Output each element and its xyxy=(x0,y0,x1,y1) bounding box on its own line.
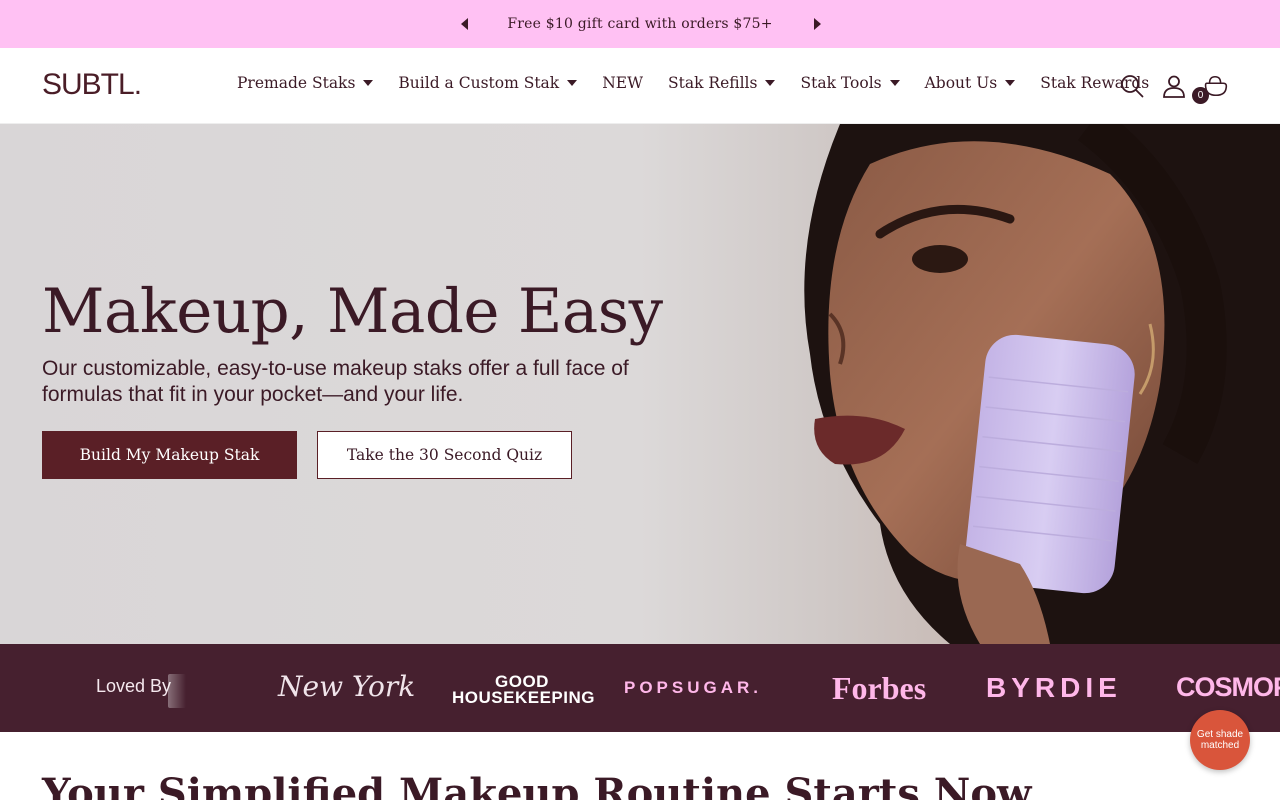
caret-down-icon xyxy=(363,80,374,86)
caret-down-icon xyxy=(567,80,578,86)
next-announcement-button[interactable] xyxy=(810,17,824,31)
search-icon xyxy=(1121,75,1144,98)
good-housekeeping-logo: GOOD HOUSEKEEPING xyxy=(452,672,595,707)
nav-label: Build a Custom Stak xyxy=(398,74,560,92)
cart-button[interactable]: 0 xyxy=(1192,73,1228,104)
nav-stak-tools[interactable]: Stak Tools xyxy=(800,74,900,92)
take-quiz-button[interactable]: Take the 30 Second Quiz xyxy=(317,431,572,479)
decorative-mark xyxy=(168,674,186,708)
loved-by-label: Loved By xyxy=(96,676,172,696)
hero-subtitle: Our customizable, easy-to-use makeup sta… xyxy=(42,357,629,406)
account-icon xyxy=(1163,75,1185,98)
site-header: SUBTL. Premade Staks Build a Custom Stak… xyxy=(0,48,1280,124)
build-makeup-stak-button[interactable]: Build My Makeup Stak xyxy=(42,431,297,479)
chevron-right-icon xyxy=(813,18,821,30)
nav-label: NEW xyxy=(602,74,644,92)
new-york-logo: New York xyxy=(278,670,416,703)
caret-down-icon xyxy=(1005,80,1016,86)
caret-down-icon xyxy=(889,80,900,86)
search-button[interactable] xyxy=(1120,73,1144,99)
header-icons: 0 xyxy=(1120,73,1228,104)
logo[interactable]: SUBTL. xyxy=(42,68,142,102)
previous-announcement-button[interactable] xyxy=(457,17,471,31)
byrdie-logo: BYRDIE xyxy=(986,672,1122,703)
cart-count-badge: 0 xyxy=(1192,87,1209,104)
nav-build-custom-stak[interactable]: Build a Custom Stak xyxy=(398,74,578,92)
nav-label: Premade Staks xyxy=(237,74,356,92)
nav-stak-refills[interactable]: Stak Refills xyxy=(668,74,776,92)
caret-down-icon xyxy=(765,80,776,86)
nav-label: About Us xyxy=(924,74,998,92)
hero-model-image xyxy=(804,124,1280,644)
announcement-bar: Free $10 gift card with orders $75+ xyxy=(0,0,1280,48)
nav-premade-staks[interactable]: Premade Staks xyxy=(237,74,374,92)
hero-banner: Makeup, Made Easy Our customizable, easy… xyxy=(0,124,1280,644)
popsugar-logo: POPSUGAR. xyxy=(624,678,763,697)
nav-label: Stak Refills xyxy=(668,74,758,92)
cosmopolitan-logo: COSMOPOLITAN xyxy=(1176,672,1280,702)
hero-title: Makeup, Made Easy xyxy=(42,276,663,347)
nav-about-us[interactable]: About Us xyxy=(925,74,1016,92)
account-button[interactable] xyxy=(1162,73,1186,99)
nav-new[interactable]: NEW xyxy=(602,74,643,92)
announcement-text: Free $10 gift card with orders $75+ xyxy=(507,16,773,32)
section-title: Your Simplified Makeup Routine Starts No… xyxy=(42,770,1032,800)
get-shade-matched-button[interactable]: Get shade matched xyxy=(1190,710,1250,770)
nav-label: Stak Tools xyxy=(800,74,882,92)
chevron-left-icon xyxy=(460,18,468,30)
main-nav: Premade Staks Build a Custom Stak NEW St… xyxy=(237,74,1174,92)
press-logos-bar: Loved By New York GOOD HOUSEKEEPING POPS… xyxy=(0,644,1280,732)
forbes-logo: Forbes xyxy=(832,670,927,706)
